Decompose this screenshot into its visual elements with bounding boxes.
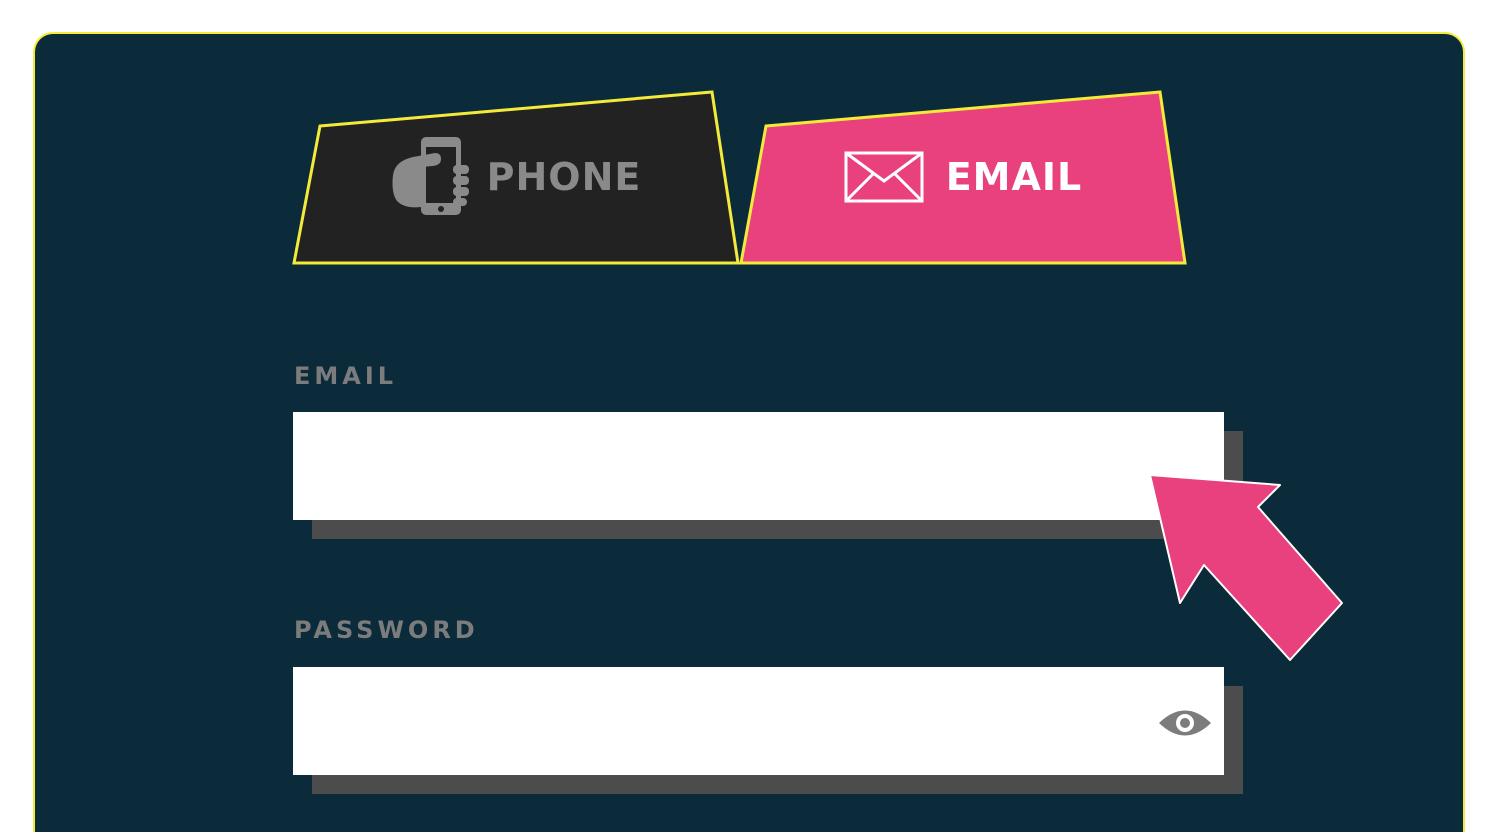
email-label: EMAIL [294, 362, 398, 390]
tab-phone[interactable]: PHONE [296, 92, 736, 262]
password-label: PASSWORD [294, 616, 479, 644]
password-field[interactable] [293, 667, 1224, 775]
envelope-icon [844, 151, 924, 203]
password-field-wrapper [293, 667, 1243, 794]
tab-phone-label: PHONE [486, 155, 642, 199]
email-field[interactable] [293, 412, 1224, 520]
email-field-wrapper [293, 412, 1243, 539]
tab-email-label: EMAIL [945, 155, 1083, 199]
tab-email[interactable]: EMAIL [742, 92, 1184, 262]
eye-icon[interactable] [1157, 706, 1213, 740]
phone-in-hand-icon [391, 135, 473, 219]
